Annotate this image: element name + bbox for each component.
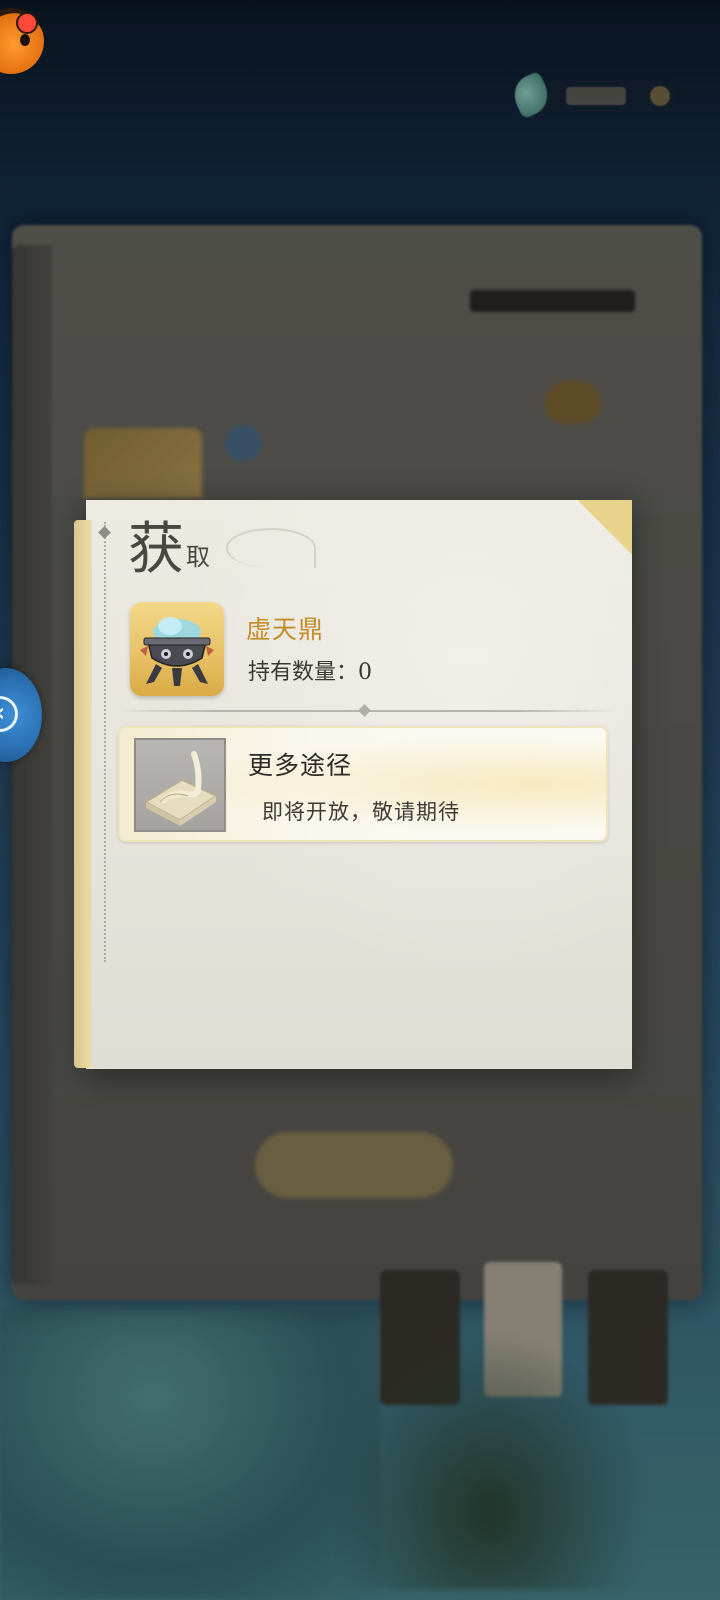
cloud-ornament [226,528,316,568]
route-description: 即将开放，敬请期待 [262,800,460,824]
divider-diamond-ornament [358,704,371,717]
cauldron-icon[interactable] [130,602,224,696]
item-count-value: 0 [358,660,373,685]
currency-amount [566,87,626,105]
add-currency-button[interactable] [650,86,670,106]
obtain-popup: 获 取 虚天鼎 持有数量：0 更多途径 即将开放，敬请期待 [74,500,632,1069]
popup-diamond-ornament [98,526,111,539]
item-count: 持有数量：0 [248,654,372,686]
brush-scroll-icon [134,738,226,832]
mascot-eye [20,34,30,46]
popup-title-main: 获 [128,517,184,582]
item-count-label: 持有数量： [248,660,359,685]
popup-dotted-line [104,522,106,962]
item-name: 虚天鼎 [246,615,325,644]
popup-spine [74,520,92,1068]
calligraphy-watermark [146,860,616,1050]
notification-dot [16,12,38,34]
route-title: 更多途径 [248,751,353,780]
page-fold-corner [576,500,632,556]
chevron-left-icon: ‹ [0,696,18,732]
more-routes-card[interactable]: 更多途径 即将开放，敬请期待 [118,726,608,842]
popup-title-sub: 取 [186,543,210,571]
currency-pill[interactable] [507,70,676,120]
